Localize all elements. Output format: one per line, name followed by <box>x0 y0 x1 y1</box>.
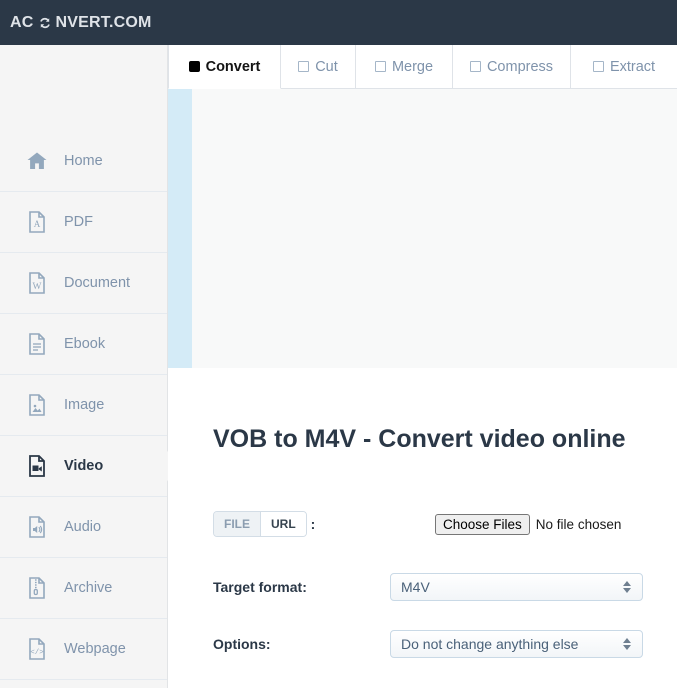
options-label: Options: <box>213 636 271 652</box>
target-format-select[interactable]: M4V <box>390 573 643 601</box>
archive-zip-file-icon <box>24 575 50 601</box>
sidebar-item-video[interactable]: Video <box>0 436 177 497</box>
tab-extract[interactable]: Extract <box>571 45 677 89</box>
sidebar-item-archive[interactable]: Archive <box>0 558 167 619</box>
sidebar-item-label: Document <box>64 275 131 291</box>
sidebar-item-audio[interactable]: Audio <box>0 497 167 558</box>
sidebar-item-webpage[interactable]: </> Webpage <box>0 619 167 680</box>
target-format-label: Target format: <box>213 579 307 595</box>
tab-label: Compress <box>486 58 554 75</box>
sidebar-item-label: Ebook <box>64 336 106 352</box>
tab-label: Extract <box>609 58 656 75</box>
file-upload-input[interactable]: Choose Files No file chosen <box>435 513 622 535</box>
svg-text:A: A <box>34 219 41 229</box>
operation-tab-bar: Convert Cut Merge Compress Extract <box>168 45 677 89</box>
tab-cut[interactable]: Cut <box>281 45 356 89</box>
sidebar-item-image[interactable]: Image <box>0 375 167 436</box>
source-colon: : <box>310 516 316 532</box>
refresh-circular-arrows-icon <box>37 15 53 31</box>
choose-files-button[interactable]: Choose Files <box>435 513 530 535</box>
main-content-area: VOB to M4V - Convert video online FILE U… <box>168 368 677 688</box>
word-document-file-icon: W <box>24 270 50 296</box>
chevron-updown-icon <box>623 638 631 650</box>
chevron-updown-icon <box>623 581 631 593</box>
sidebar-item-label: Home <box>64 153 103 169</box>
sidebar-item-ebook[interactable]: Ebook <box>0 314 167 375</box>
sidebar-item-label: Webpage <box>64 641 126 657</box>
checkbox-unchecked-icon <box>374 61 386 72</box>
checkbox-unchecked-icon <box>298 61 310 72</box>
sidebar-item-label: PDF <box>64 214 93 230</box>
image-file-icon <box>24 392 50 418</box>
ebook-file-icon <box>24 331 50 357</box>
tab-merge[interactable]: Merge <box>356 45 453 89</box>
sidebar-navigation: Home A PDF W Document Ebook Image Video … <box>0 45 177 688</box>
target-format-value: M4V <box>401 579 430 595</box>
sidebar-item-label: Archive <box>64 580 113 596</box>
top-header-bar: AC NVERT.COM <box>0 0 677 45</box>
options-row: Options: Do not change anything else <box>213 630 673 658</box>
svg-text:</>: </> <box>30 649 44 657</box>
tab-compress[interactable]: Compress <box>453 45 571 89</box>
home-icon <box>24 148 50 174</box>
source-toggle-group: FILE URL : <box>213 511 390 537</box>
logo-text-prefix: AC <box>10 13 34 31</box>
target-format-row: Target format: M4V <box>213 573 673 601</box>
sidebar-item-home[interactable]: Home <box>0 131 167 192</box>
sidebar-item-label: Image <box>64 397 105 413</box>
sidebar-item-label: Audio <box>64 519 102 535</box>
options-select[interactable]: Do not change anything else <box>390 630 643 658</box>
page-title: VOB to M4V - Convert video online <box>213 425 626 453</box>
sidebar-item-pdf[interactable]: A PDF <box>0 192 167 253</box>
tab-label: Merge <box>391 58 434 75</box>
pdf-file-icon: A <box>24 209 50 235</box>
file-status-text: No file chosen <box>535 516 622 532</box>
tab-label: Cut <box>315 58 338 75</box>
upper-banner-panel <box>168 89 677 368</box>
toggle-option-url[interactable]: URL <box>261 512 306 536</box>
webpage-code-file-icon: </> <box>24 636 50 662</box>
sidebar-item-label: Video <box>64 458 104 474</box>
accent-blue-strip <box>168 89 192 368</box>
options-value: Do not change anything else <box>401 636 579 652</box>
toggle-option-file[interactable]: FILE <box>214 512 261 536</box>
tab-label: Convert <box>205 58 261 75</box>
logo-text-suffix: NVERT.COM <box>55 13 152 31</box>
tab-convert[interactable]: Convert <box>168 45 281 89</box>
audio-file-icon <box>24 514 50 540</box>
sidebar-item-document[interactable]: W Document <box>0 253 167 314</box>
checkbox-checked-icon <box>188 61 200 72</box>
svg-text:W: W <box>33 282 42 292</box>
site-logo[interactable]: AC NVERT.COM <box>10 14 152 32</box>
source-selection-row: FILE URL : Choose Files No file chosen <box>213 511 673 537</box>
file-url-toggle[interactable]: FILE URL <box>213 511 307 537</box>
checkbox-unchecked-icon <box>592 61 604 72</box>
checkbox-unchecked-icon <box>469 61 481 72</box>
video-file-icon <box>24 453 50 479</box>
